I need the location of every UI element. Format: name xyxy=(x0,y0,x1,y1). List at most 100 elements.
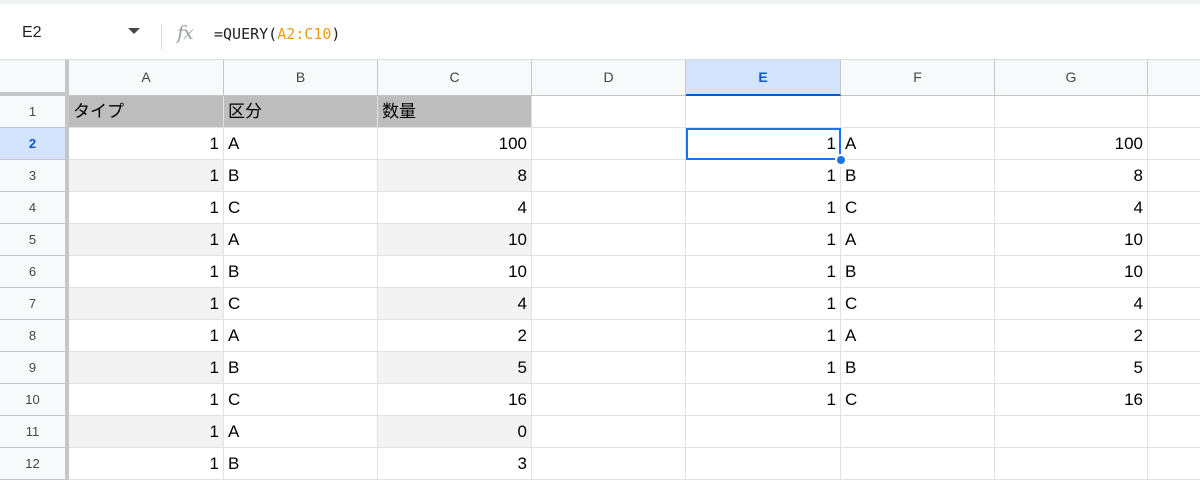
row-header-6[interactable]: 6 xyxy=(0,256,69,288)
cell-f11[interactable] xyxy=(841,416,995,448)
cell-b10[interactable]: C xyxy=(224,384,378,416)
row-header-4[interactable]: 4 xyxy=(0,192,69,224)
row-header-2[interactable]: 2 xyxy=(0,128,69,160)
cell-a5[interactable]: 1 xyxy=(69,224,224,256)
cell-c7[interactable]: 4 xyxy=(378,288,532,320)
cell-g8[interactable]: 2 xyxy=(995,320,1148,352)
cell-h5[interactable] xyxy=(1148,224,1200,256)
cell-g9[interactable]: 5 xyxy=(995,352,1148,384)
cell-c3[interactable]: 8 xyxy=(378,160,532,192)
row-header-3[interactable]: 3 xyxy=(0,160,69,192)
cell-g10[interactable]: 16 xyxy=(995,384,1148,416)
cell-d4[interactable] xyxy=(532,192,686,224)
column-header-f[interactable]: F xyxy=(841,60,995,96)
column-header-b[interactable]: B xyxy=(224,60,378,96)
cell-h6[interactable] xyxy=(1148,256,1200,288)
column-header-a[interactable]: A xyxy=(69,60,224,96)
cell-g6[interactable]: 10 xyxy=(995,256,1148,288)
cell-b9[interactable]: B xyxy=(224,352,378,384)
cell-f2[interactable]: A xyxy=(841,128,995,160)
cell-c6[interactable]: 10 xyxy=(378,256,532,288)
cell-e11[interactable] xyxy=(686,416,841,448)
cell-b12[interactable]: B xyxy=(224,448,378,480)
cell-h3[interactable] xyxy=(1148,160,1200,192)
cell-e4[interactable]: 1 xyxy=(686,192,841,224)
cell-e5[interactable]: 1 xyxy=(686,224,841,256)
cell-h4[interactable] xyxy=(1148,192,1200,224)
row-header-11[interactable]: 11 xyxy=(0,416,69,448)
cell-b2[interactable]: A xyxy=(224,128,378,160)
cell-a6[interactable]: 1 xyxy=(69,256,224,288)
column-header-d[interactable]: D xyxy=(532,60,686,96)
cell-c12[interactable]: 3 xyxy=(378,448,532,480)
cell-c1[interactable]: 数量 xyxy=(378,96,532,128)
cell-f12[interactable] xyxy=(841,448,995,480)
cell-c2[interactable]: 100 xyxy=(378,128,532,160)
cell-d8[interactable] xyxy=(532,320,686,352)
cell-a10[interactable]: 1 xyxy=(69,384,224,416)
row-header-7[interactable]: 7 xyxy=(0,288,69,320)
cell-f6[interactable]: B xyxy=(841,256,995,288)
cell-e1[interactable] xyxy=(686,96,841,128)
cell-g12[interactable] xyxy=(995,448,1148,480)
cell-c4[interactable]: 4 xyxy=(378,192,532,224)
row-header-12[interactable]: 12 xyxy=(0,448,69,480)
cell-b7[interactable]: C xyxy=(224,288,378,320)
formula-input[interactable]: =QUERY(A2:C10) xyxy=(214,25,340,43)
cell-d1[interactable] xyxy=(532,96,686,128)
cell-h11[interactable] xyxy=(1148,416,1200,448)
cell-g1[interactable] xyxy=(995,96,1148,128)
cell-g4[interactable]: 4 xyxy=(995,192,1148,224)
cell-a4[interactable]: 1 xyxy=(69,192,224,224)
cell-e6[interactable]: 1 xyxy=(686,256,841,288)
cell-b6[interactable]: B xyxy=(224,256,378,288)
row-header-5[interactable]: 5 xyxy=(0,224,69,256)
cell-d2[interactable] xyxy=(532,128,686,160)
cell-c5[interactable]: 10 xyxy=(378,224,532,256)
cell-e8[interactable]: 1 xyxy=(686,320,841,352)
cell-b8[interactable]: A xyxy=(224,320,378,352)
cell-h12[interactable] xyxy=(1148,448,1200,480)
column-header-c[interactable]: C xyxy=(378,60,532,96)
cell-e3[interactable]: 1 xyxy=(686,160,841,192)
cell-h9[interactable] xyxy=(1148,352,1200,384)
cell-e9[interactable]: 1 xyxy=(686,352,841,384)
cell-c11[interactable]: 0 xyxy=(378,416,532,448)
name-box[interactable]: E2 xyxy=(0,4,150,59)
cell-a12[interactable]: 1 xyxy=(69,448,224,480)
cell-b5[interactable]: A xyxy=(224,224,378,256)
cell-h8[interactable] xyxy=(1148,320,1200,352)
cell-a3[interactable]: 1 xyxy=(69,160,224,192)
cell-f7[interactable]: C xyxy=(841,288,995,320)
cell-b11[interactable]: A xyxy=(224,416,378,448)
row-header-9[interactable]: 9 xyxy=(0,352,69,384)
row-header-10[interactable]: 10 xyxy=(0,384,69,416)
cell-d6[interactable] xyxy=(532,256,686,288)
cell-d9[interactable] xyxy=(532,352,686,384)
fill-handle[interactable] xyxy=(835,154,847,166)
cell-h1[interactable] xyxy=(1148,96,1200,128)
column-header-g[interactable]: G xyxy=(995,60,1148,96)
cell-c10[interactable]: 16 xyxy=(378,384,532,416)
cell-h10[interactable] xyxy=(1148,384,1200,416)
cell-d10[interactable] xyxy=(532,384,686,416)
cell-d3[interactable] xyxy=(532,160,686,192)
cell-g3[interactable]: 8 xyxy=(995,160,1148,192)
cell-a2[interactable]: 1 xyxy=(69,128,224,160)
cell-a1[interactable]: タイプ xyxy=(69,96,224,128)
row-header-1[interactable]: 1 xyxy=(0,96,69,128)
cell-c8[interactable]: 2 xyxy=(378,320,532,352)
cell-g2[interactable]: 100 xyxy=(995,128,1148,160)
cell-d12[interactable] xyxy=(532,448,686,480)
cell-g11[interactable] xyxy=(995,416,1148,448)
spreadsheet-grid[interactable]: A B C D E F G 1 タイプ 区分 数量 2 1 A 100 1 A 100 3 1 B 8 1 B 8 4 1 C 4 1 C 4… xyxy=(0,60,1200,481)
column-header-h[interactable] xyxy=(1148,60,1200,96)
cell-a8[interactable]: 1 xyxy=(69,320,224,352)
select-all-corner[interactable] xyxy=(0,60,69,96)
cell-g7[interactable]: 4 xyxy=(995,288,1148,320)
cell-f1[interactable] xyxy=(841,96,995,128)
cell-a9[interactable]: 1 xyxy=(69,352,224,384)
cell-f10[interactable]: C xyxy=(841,384,995,416)
cell-e10[interactable]: 1 xyxy=(686,384,841,416)
cell-d7[interactable] xyxy=(532,288,686,320)
